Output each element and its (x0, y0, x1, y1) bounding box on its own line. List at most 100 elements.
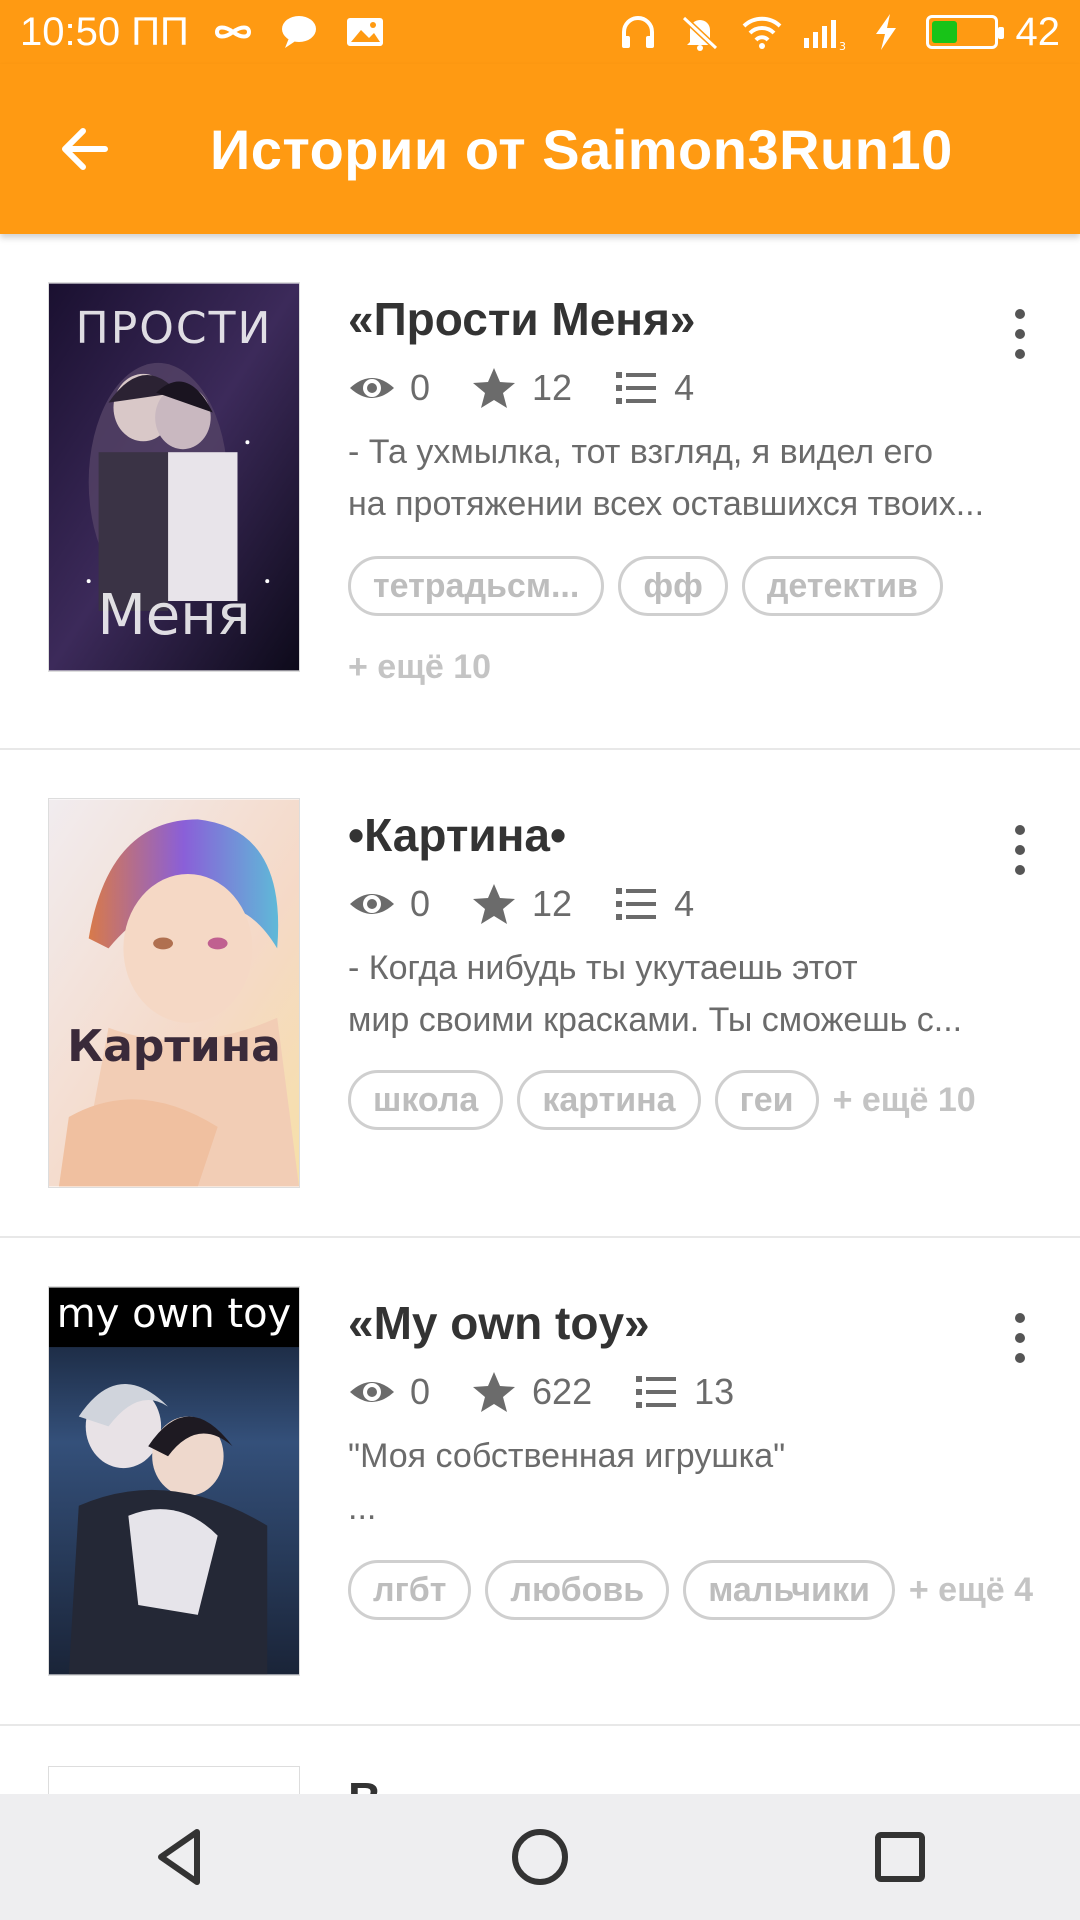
story-cover[interactable]: Картина (48, 798, 300, 1188)
list-icon (616, 372, 657, 404)
story-title[interactable]: «Прости Меня» (348, 292, 696, 346)
wifi-icon (740, 10, 784, 54)
story-card[interactable]: my own toy «My own toy» 0 622 13 "Моя со… (0, 1238, 1080, 1726)
image-icon (343, 10, 387, 54)
description-line: ... (348, 1489, 377, 1527)
more-options-button[interactable] (990, 294, 1050, 374)
cover-image (49, 799, 299, 1187)
nav-back-button[interactable] (125, 1802, 235, 1912)
recents-square-icon (875, 1832, 925, 1882)
cover-title: my own toy (56, 1291, 292, 1337)
more-options-button[interactable] (990, 1298, 1050, 1378)
parts-stat: 4 (612, 880, 694, 928)
eye-icon (350, 378, 394, 398)
eye-icon (350, 894, 394, 914)
votes-stat: 12 (470, 364, 572, 412)
story-cover[interactable]: ПРОСТИ Меня (48, 282, 300, 672)
tag-chip[interactable]: геи (714, 1070, 819, 1130)
status-bar: 10:50 ПП 3G 42 (0, 0, 1080, 64)
story-title[interactable]: «My own toy» (348, 1296, 650, 1350)
signal-icon: 3G (802, 10, 846, 54)
app-bar: Истории от Saimon3Run10 (0, 64, 1080, 234)
votes-stat: 622 (470, 1368, 592, 1416)
more-tags-link[interactable]: + ещё 4 (909, 1571, 1033, 1610)
list-icon (616, 888, 657, 920)
bell-off-icon (678, 10, 722, 54)
tag-list: тетрадьсм... фф детектив + ещё 10 (348, 556, 1048, 687)
chat-bubble-icon (277, 10, 321, 54)
story-card[interactable]: В... (0, 1726, 1080, 1794)
story-title[interactable]: В... (348, 1770, 1008, 1794)
story-cover[interactable]: my own toy (48, 1286, 300, 1676)
story-stats: 0 12 4 (348, 364, 734, 412)
description-line: мир своими красками. Ты сможешь с... (348, 1001, 963, 1039)
tag-chip[interactable]: картина (517, 1070, 701, 1130)
tag-chip[interactable]: лгбт (348, 1560, 472, 1620)
tag-chip[interactable]: детектив (741, 556, 943, 616)
system-nav-bar (0, 1794, 1080, 1920)
parts-count: 13 (694, 1371, 735, 1412)
tag-list: школа картина геи + ещё 10 (348, 1070, 1048, 1130)
infinity-icon (211, 10, 255, 54)
tag-chip[interactable]: мальчики (683, 1560, 895, 1620)
battery-level: 42 (1015, 10, 1061, 54)
tag-chip[interactable]: тетрадьсм... (348, 556, 605, 616)
views-count: 0 (410, 883, 431, 924)
votes-count: 12 (532, 883, 573, 924)
description-line: на протяжении всех оставшихся твоих... (348, 485, 985, 523)
views-count: 0 (410, 1371, 431, 1412)
parts-stat: 13 (632, 1368, 734, 1416)
nav-home-button[interactable] (485, 1802, 595, 1912)
votes-stat: 12 (470, 880, 572, 928)
more-vert-icon (1015, 1313, 1025, 1363)
views-stat: 0 (348, 364, 430, 412)
story-description: - Когда нибудь ты укутаешь этот мир свои… (348, 942, 1038, 1046)
story-description: "Моя собственная игрушка" ... (348, 1430, 1038, 1534)
story-stats: 0 622 13 (348, 1368, 774, 1416)
svg-text:3G: 3G (839, 40, 846, 53)
description-line: "Моя собственная игрушка" (348, 1437, 786, 1475)
page-title: Истории от Saimon3Run10 (210, 117, 953, 181)
more-tags-link[interactable]: + ещё 10 (833, 1081, 976, 1120)
votes-count: 12 (532, 367, 573, 408)
views-count: 0 (410, 367, 431, 408)
more-options-button[interactable] (990, 810, 1050, 890)
parts-count: 4 (674, 883, 695, 924)
star-icon (473, 1372, 516, 1412)
arrow-left-icon (62, 128, 108, 170)
list-icon (636, 1376, 677, 1408)
story-title-text: В... (348, 1776, 1008, 1794)
cover-title: Картина (67, 1021, 281, 1072)
story-title[interactable]: •Картина• (348, 808, 566, 862)
story-card[interactable]: Картина •Картина• 0 12 4 - Когда нибудь … (0, 750, 1080, 1238)
more-vert-icon (1015, 309, 1025, 359)
story-description: - Та ухмылка, тот взгляд, я видел его на… (348, 426, 1038, 530)
tag-chip[interactable]: школа (348, 1070, 504, 1130)
eye-icon (350, 1382, 394, 1402)
story-cover[interactable] (48, 1766, 300, 1794)
story-stats: 0 12 4 (348, 880, 734, 928)
tag-chip[interactable]: фф (618, 556, 728, 616)
parts-count: 4 (674, 367, 695, 408)
tag-chip[interactable]: любовь (485, 1560, 670, 1620)
story-list[interactable]: ПРОСТИ Меня «Прости Меня» 0 12 4 - Та ух… (0, 234, 1080, 1794)
star-icon (473, 368, 516, 408)
description-line: - Та ухмылка, тот взгляд, я видел его (348, 433, 934, 471)
charging-icon (864, 10, 908, 54)
battery-icon (925, 15, 1004, 49)
description-line: - Когда нибудь ты укутаешь этот (348, 949, 858, 987)
back-button[interactable] (40, 104, 130, 194)
home-circle-icon (512, 1829, 568, 1885)
status-time: 10:50 ПП (20, 10, 189, 54)
battery-fill (931, 21, 957, 43)
more-vert-icon (1015, 825, 1025, 875)
nav-recents-button[interactable] (845, 1802, 955, 1912)
star-icon (473, 884, 516, 924)
story-card[interactable]: ПРОСТИ Меня «Прости Меня» 0 12 4 - Та ух… (0, 234, 1080, 750)
back-triangle-icon (158, 1829, 200, 1885)
cover-image (49, 1287, 299, 1675)
more-tags-link[interactable]: + ещё 10 (348, 648, 1048, 687)
votes-count: 622 (532, 1371, 593, 1412)
views-stat: 0 (348, 880, 430, 928)
headphones-icon (616, 10, 660, 54)
